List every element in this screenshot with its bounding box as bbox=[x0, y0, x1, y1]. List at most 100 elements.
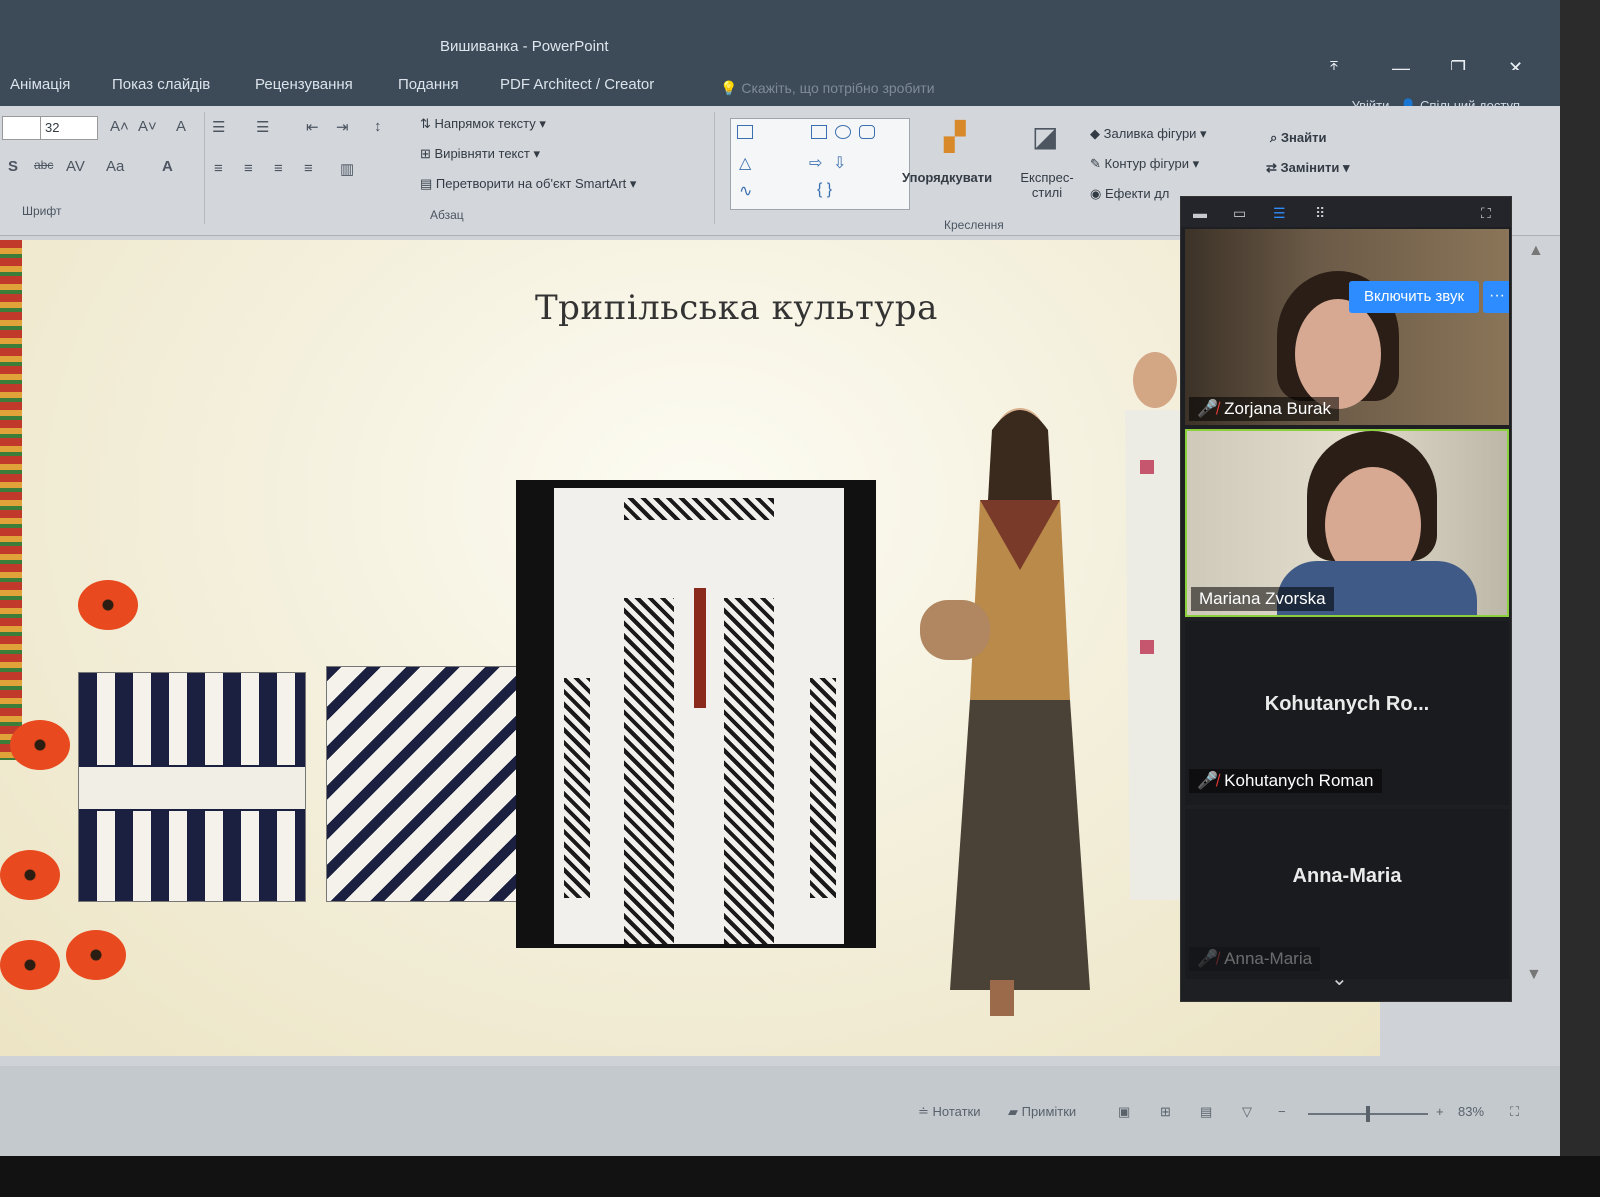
embroidery-border-image bbox=[0, 240, 22, 760]
comment-icon: ▰ bbox=[1008, 1104, 1022, 1119]
mic-muted-icon: 🎤̸ bbox=[1197, 771, 1219, 790]
text-direction-button[interactable]: ⇅ Напрямок тексту ▾ bbox=[420, 116, 546, 132]
participant-tile-active-speaker[interactable]: Mariana Zvorska bbox=[1185, 429, 1509, 617]
window-title: Вишиванка - PowerPoint bbox=[440, 38, 609, 55]
oval-shape-icon[interactable] bbox=[835, 125, 851, 139]
brace-shape-icon[interactable]: { } bbox=[817, 181, 832, 199]
strip-view-icon[interactable]: ☰ bbox=[1273, 205, 1286, 222]
clear-format-icon[interactable]: A bbox=[176, 118, 186, 135]
curve-shape-icon[interactable]: ∿ bbox=[739, 181, 752, 201]
shadow-icon[interactable]: S bbox=[8, 158, 18, 175]
chevron-down-icon[interactable]: ⌄ bbox=[1331, 966, 1348, 991]
tab-review[interactable]: Рецензування bbox=[255, 76, 353, 93]
participant-tile-no-video[interactable]: Kohutanych Ro... 🎤̸ Kohutanych Roman bbox=[1185, 621, 1509, 805]
participant-name-tag: Mariana Zvorska bbox=[1191, 587, 1334, 611]
font-color-icon[interactable]: A bbox=[162, 158, 173, 175]
effects-icon: ◉ bbox=[1090, 186, 1105, 201]
align-text-icon: ⊞ bbox=[420, 146, 435, 161]
align-left-icon[interactable]: ≡ bbox=[214, 160, 223, 177]
participant-name: Mariana Zvorska bbox=[1199, 589, 1326, 608]
gallery-view-icon[interactable]: ⠿ bbox=[1315, 205, 1325, 222]
trypillian-woman-illustration[interactable] bbox=[920, 370, 1120, 1020]
tab-pdf-architect[interactable]: PDF Architect / Creator bbox=[500, 76, 654, 93]
more-options-button[interactable]: ··· bbox=[1483, 281, 1509, 313]
hide-video-icon[interactable]: ▭ bbox=[1233, 205, 1246, 222]
columns-icon[interactable]: ▥ bbox=[340, 160, 354, 178]
arrow-right-shape-icon[interactable]: ⇨ bbox=[809, 153, 822, 173]
full-screen-icon[interactable]: ⛶ bbox=[1481, 205, 1491, 222]
minimize-video-icon[interactable]: ▬ bbox=[1193, 205, 1207, 221]
arrange-icon[interactable]: ▞ bbox=[944, 120, 966, 153]
notes-button[interactable]: ≐ Нотатки bbox=[918, 1104, 981, 1120]
find-button[interactable]: ⌕ Знайти bbox=[1270, 130, 1326, 146]
align-text-button[interactable]: ⊞ Вирівняти текст ▾ bbox=[420, 146, 540, 162]
unmute-button[interactable]: Включить звук bbox=[1349, 281, 1479, 313]
participant-name: Anna-Maria bbox=[1224, 949, 1313, 968]
increase-indent-icon[interactable]: ⇥ bbox=[336, 118, 349, 136]
normal-view-icon[interactable]: ▣ bbox=[1118, 1104, 1130, 1120]
participant-tile-no-video[interactable]: Anna-Maria 🎤̸ Anna-Maria bbox=[1185, 809, 1509, 979]
arrow-down-shape-icon[interactable]: ⇩ bbox=[833, 153, 846, 173]
slide[interactable]: Трипільська культура bbox=[0, 240, 1380, 1056]
decrease-indent-icon[interactable]: ⇤ bbox=[306, 118, 319, 136]
comments-button[interactable]: ▰ Примітки bbox=[1008, 1104, 1076, 1120]
tab-view[interactable]: Подання bbox=[398, 76, 459, 93]
change-case-icon[interactable]: Aa bbox=[106, 158, 124, 175]
justify-icon[interactable]: ≡ bbox=[304, 160, 313, 177]
embroidered-shirt-image[interactable] bbox=[516, 480, 876, 948]
align-center-icon[interactable]: ≡ bbox=[244, 160, 253, 177]
status-bar: ≐ Нотатки ▰ Примітки ▣ ⊞ ▤ ▽ − + 83% ⛶ bbox=[0, 1066, 1560, 1156]
tab-slideshow[interactable]: Показ слайдів bbox=[112, 76, 210, 93]
slide-title[interactable]: Трипільська культура bbox=[535, 288, 938, 328]
participant-tile[interactable]: Включить звук ··· 🎤̸ Zorjana Burak bbox=[1185, 229, 1509, 425]
zoom-out-icon[interactable]: − bbox=[1278, 1104, 1286, 1119]
trypillian-man-illustration[interactable] bbox=[1100, 340, 1190, 990]
scroll-down-icon[interactable]: ▼ bbox=[1526, 966, 1542, 984]
poppy-flower-image bbox=[78, 580, 138, 630]
shapes-gallery[interactable]: △ ⇨ ⇩ ∿ { } bbox=[730, 118, 910, 210]
tab-animations[interactable]: Анімація bbox=[10, 76, 70, 93]
quick-styles-icon[interactable]: ◪ bbox=[1032, 120, 1058, 153]
text-direction-icon: ⇅ bbox=[420, 116, 435, 131]
numbering-icon[interactable]: ☰ bbox=[256, 118, 269, 136]
participant-name-tag: 🎤̸ Anna-Maria bbox=[1189, 947, 1321, 971]
zoom-in-icon[interactable]: + bbox=[1436, 1104, 1444, 1119]
font-size-combo[interactable]: 32 bbox=[40, 116, 98, 140]
shape-effects-button[interactable]: ◉ Ефекти дл bbox=[1090, 186, 1169, 202]
align-right-icon[interactable]: ≡ bbox=[274, 160, 283, 177]
grow-font-icon[interactable]: A˄ bbox=[110, 118, 129, 135]
line-spacing-icon[interactable]: ↕ bbox=[374, 118, 382, 135]
zoom-slider[interactable] bbox=[1308, 1106, 1428, 1122]
wave-pattern-image[interactable] bbox=[78, 672, 306, 902]
arrange-button[interactable]: Упорядкувати bbox=[902, 170, 992, 185]
notes-icon: ≐ bbox=[918, 1104, 933, 1119]
zoom-level[interactable]: 83% bbox=[1458, 1104, 1484, 1119]
tell-me-search[interactable]: 💡 Скажіть, що потрібно зробити bbox=[720, 80, 935, 97]
zoom-slider-thumb[interactable] bbox=[1366, 1106, 1370, 1122]
scroll-up-icon[interactable]: ▲ bbox=[1528, 242, 1544, 260]
replace-button[interactable]: ⇄ Замінити ▾ bbox=[1266, 160, 1349, 176]
participant-name: Zorjana Burak bbox=[1224, 399, 1331, 418]
shrink-font-icon[interactable]: A˅ bbox=[138, 118, 157, 135]
textbox-shape-icon[interactable] bbox=[737, 125, 753, 139]
convert-smartart-button[interactable]: ▤ Перетворити на об'єкт SmartArt ▾ bbox=[420, 176, 636, 192]
slideshow-icon[interactable]: ▽ bbox=[1242, 1104, 1252, 1120]
spiral-pattern-image[interactable] bbox=[326, 666, 524, 902]
triangle-shape-icon[interactable]: △ bbox=[739, 153, 751, 173]
poppy-flower-image bbox=[0, 850, 60, 900]
quick-styles-button[interactable]: Експрес-стилі bbox=[1012, 170, 1082, 200]
rounded-rect-shape-icon[interactable] bbox=[859, 125, 875, 139]
shape-fill-button[interactable]: ◆ Заливка фігури ▾ bbox=[1090, 126, 1207, 142]
reading-view-icon[interactable]: ▤ bbox=[1200, 1104, 1212, 1120]
paragraph-group-label: Абзац bbox=[430, 208, 464, 222]
slide-sorter-icon[interactable]: ⊞ bbox=[1160, 1104, 1171, 1120]
shape-outline-button[interactable]: ✎ Контур фігури ▾ bbox=[1090, 156, 1199, 172]
participant-name-tag: 🎤̸ Kohutanych Roman bbox=[1189, 769, 1382, 793]
fit-to-window-icon[interactable]: ⛶ bbox=[1510, 1104, 1519, 1120]
strikethrough-icon[interactable]: abc bbox=[34, 158, 53, 172]
char-spacing-icon[interactable]: AV bbox=[66, 158, 85, 175]
participant-name: Kohutanych Roman bbox=[1224, 771, 1374, 790]
smartart-icon: ▤ bbox=[420, 176, 436, 191]
bullets-icon[interactable]: ☰ bbox=[212, 118, 225, 136]
rectangle-shape-icon[interactable] bbox=[811, 125, 827, 139]
